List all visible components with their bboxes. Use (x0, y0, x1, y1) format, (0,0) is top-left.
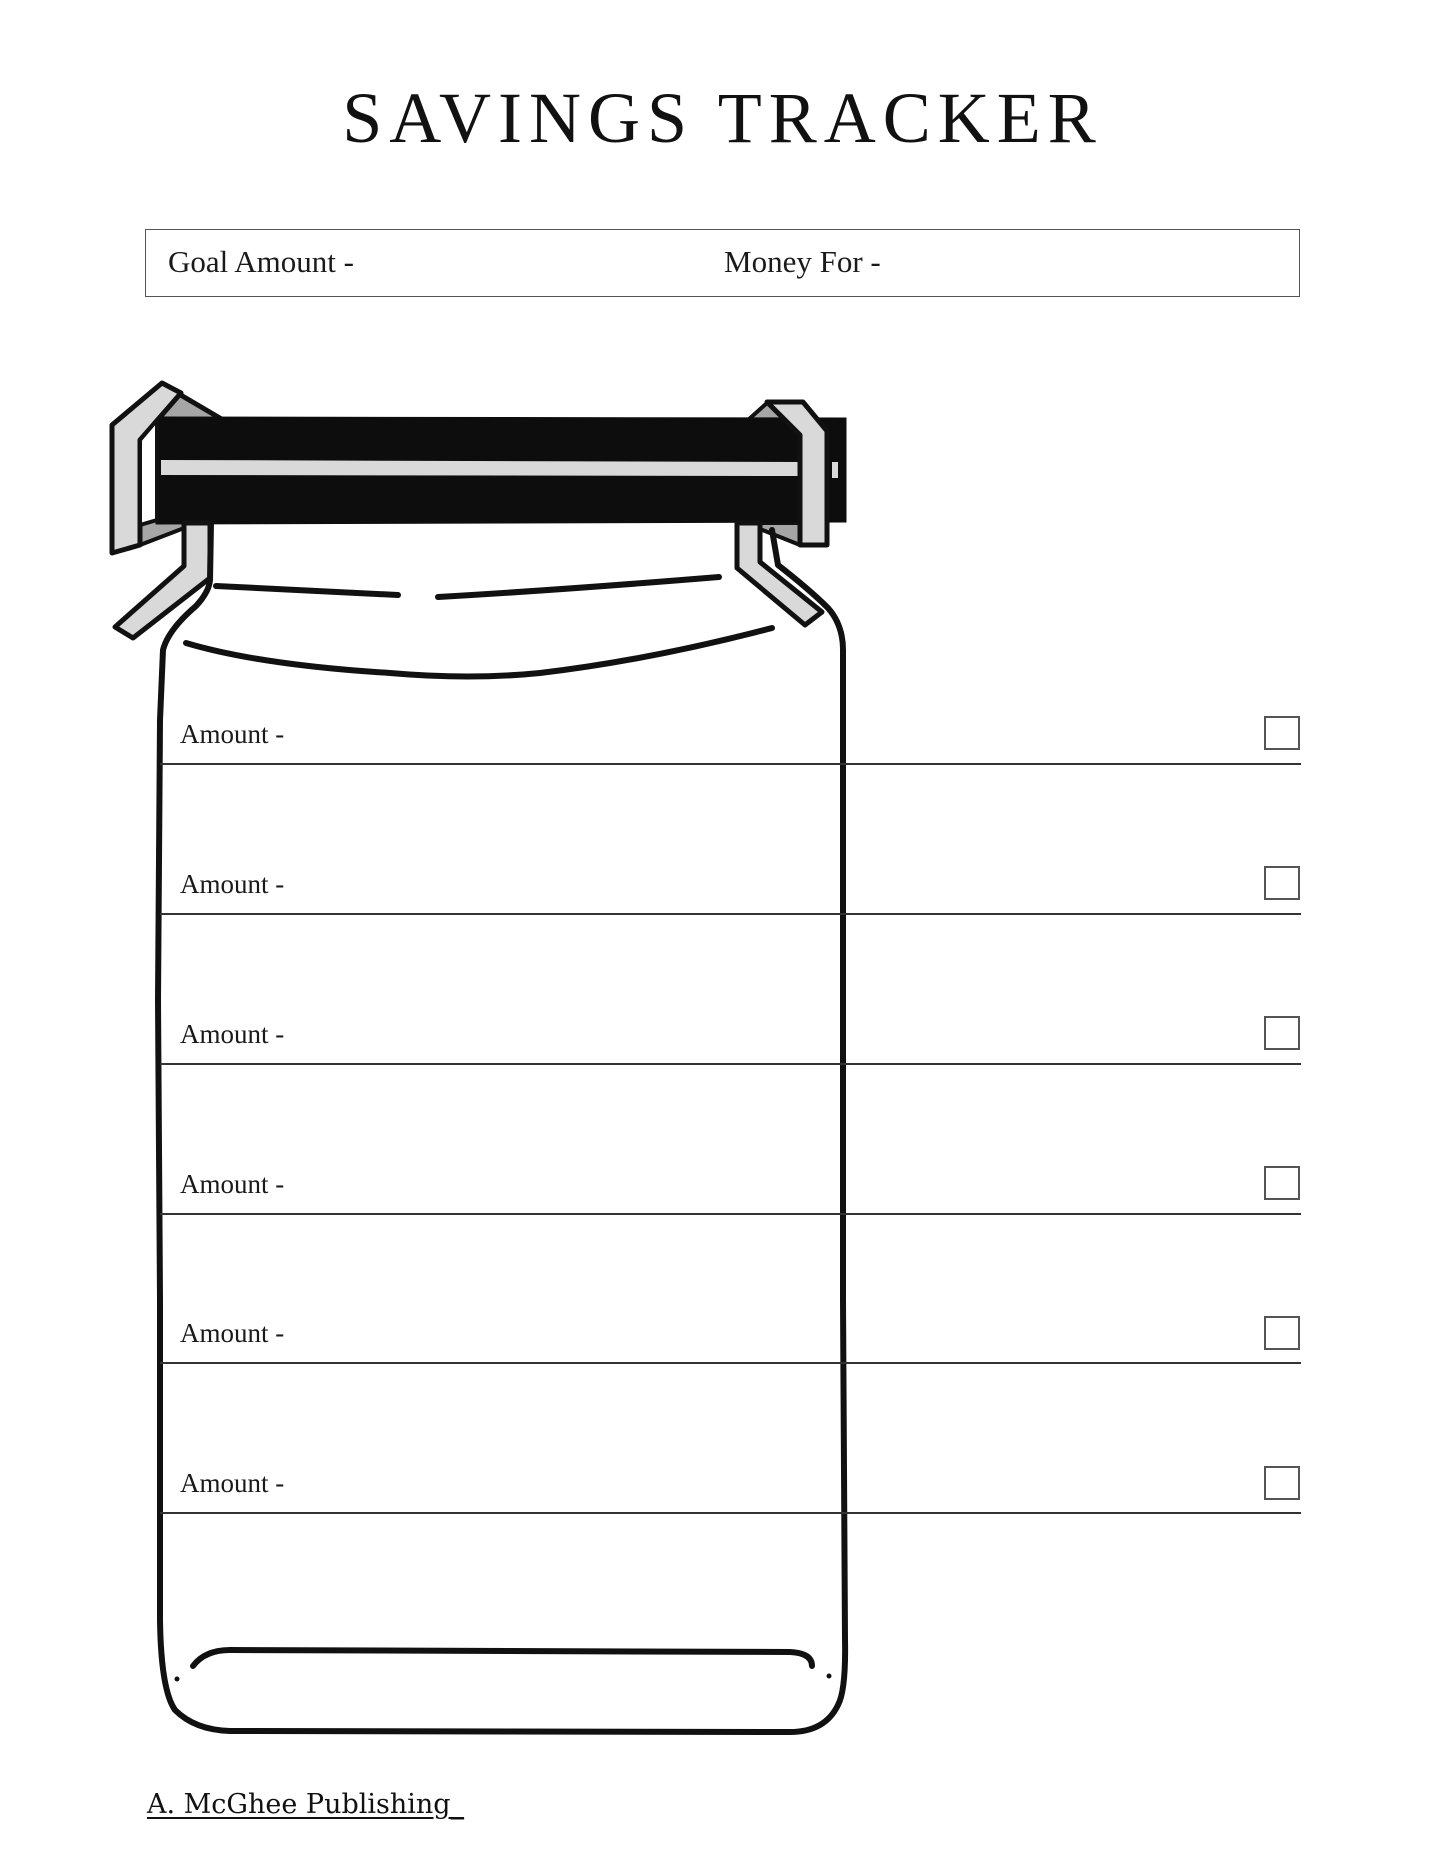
entry-checkbox[interactable] (1264, 1166, 1300, 1200)
entry-checkbox[interactable] (1264, 1466, 1300, 1500)
mason-jar-icon (109, 380, 849, 1735)
amount-field[interactable]: Amount - (180, 1320, 284, 1347)
entry-line (160, 1063, 1301, 1065)
jar-shoulder-curve (183, 625, 775, 680)
entry-checkbox[interactable] (1264, 1016, 1300, 1050)
jar-base-dot-right (826, 1673, 832, 1679)
amount-field[interactable]: Amount - (180, 721, 284, 748)
amount-field[interactable]: Amount - (180, 1171, 284, 1198)
entry-checkbox[interactable] (1264, 1316, 1300, 1350)
jar-lid-stripe (161, 460, 800, 476)
publisher-credit: A. McGhee Publishing_ (147, 1789, 465, 1820)
entry-line (160, 913, 1301, 915)
jar-lid-notch (832, 462, 838, 478)
entry-line (160, 1362, 1301, 1364)
entry-line (160, 1213, 1301, 1215)
amount-field[interactable]: Amount - (180, 1021, 284, 1048)
amount-field[interactable]: Amount - (180, 1470, 284, 1497)
entry-line (160, 763, 1301, 765)
jar-neck-line-left (213, 583, 401, 598)
entry-line (160, 1512, 1301, 1514)
left-clip-bracket-inner (138, 418, 159, 527)
jar-base-curve (190, 1646, 815, 1669)
jar-body-outline (155, 520, 849, 1735)
amount-field[interactable]: Amount - (180, 871, 284, 898)
entry-checkbox[interactable] (1264, 716, 1300, 750)
entry-checkbox[interactable] (1264, 866, 1300, 900)
jar-neck-line-right (435, 574, 722, 600)
jar-base-dot-left (174, 1676, 180, 1682)
